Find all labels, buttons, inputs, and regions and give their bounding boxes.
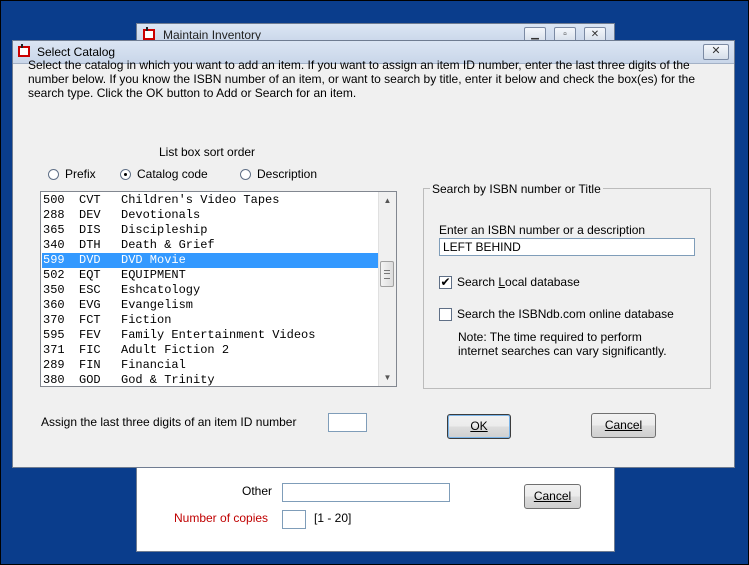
- list-item-abbr: DVD: [79, 253, 101, 267]
- other-input[interactable]: [282, 483, 450, 502]
- list-item-desc: Financial: [121, 358, 186, 372]
- search-online-label: Search the ISBNdb.com online database: [457, 307, 674, 321]
- list-item-desc: Adult Fiction 2: [121, 343, 230, 357]
- list-item[interactable]: 380 GOD God & Trinity: [42, 373, 380, 387]
- cancel-button[interactable]: Cancel: [591, 413, 656, 438]
- other-label: Other: [242, 484, 273, 498]
- note-line-2: internet searches can vary significantly…: [458, 344, 667, 358]
- isbn-input[interactable]: LEFT BEHIND: [439, 238, 695, 256]
- list-item-code: 360: [43, 298, 65, 312]
- dialog-title: Select Catalog: [37, 45, 116, 59]
- assign-id-label: Assign the last three digits of an item …: [41, 415, 297, 429]
- list-item-desc: Death & Grief: [121, 238, 215, 252]
- list-item-desc: Family Entertainment Videos: [121, 328, 316, 342]
- list-item-desc: God & Trinity: [121, 373, 215, 387]
- list-item-desc: Evangelism: [121, 298, 194, 312]
- isbn-group-title: Search by ISBN number or Title: [430, 182, 603, 196]
- list-item[interactable]: 340 DTH Death & Grief: [42, 238, 380, 253]
- catalog-listbox[interactable]: 500 CVT Children's Video Tapes 288 DEV Devoti…: [40, 191, 397, 387]
- assign-id-input[interactable]: [328, 413, 367, 432]
- list-item-desc: EQUIPMENT: [121, 268, 186, 282]
- list-item-abbr: EVG: [79, 298, 101, 312]
- list-item-abbr: GOD: [79, 373, 101, 387]
- ok-button[interactable]: OK: [447, 414, 511, 439]
- scroll-up-arrow-icon[interactable]: ▲: [379, 192, 396, 209]
- list-item-code: 502: [43, 268, 65, 282]
- number-of-copies-label: Number of copies: [174, 511, 269, 525]
- list-item-abbr: DIS: [79, 223, 101, 237]
- app-icon: [143, 27, 155, 40]
- list-item-desc: Discipleship: [121, 223, 208, 237]
- radio-catalog-code-circle[interactable]: [120, 169, 131, 180]
- radio-description-circle[interactable]: [240, 169, 251, 180]
- list-item-code: 350: [43, 283, 65, 297]
- radio-prefix-circle[interactable]: [48, 169, 59, 180]
- sort-order-label: List box sort order: [159, 145, 256, 159]
- scroll-down-arrow-icon[interactable]: ▼: [379, 369, 396, 386]
- radio-description-label: Description: [257, 167, 318, 181]
- list-item-desc: DVD Movie: [121, 253, 186, 267]
- list-item-abbr: FCT: [79, 313, 101, 327]
- note-line-1: Note: The time required to perform: [458, 330, 642, 344]
- search-online-checkbox[interactable]: [439, 308, 452, 321]
- list-item[interactable]: 289 FIN Financial: [42, 358, 380, 373]
- list-item-code: 371: [43, 343, 65, 357]
- bg-cancel-button[interactable]: Cancel: [524, 484, 581, 509]
- search-local-label: Search Local database: [457, 275, 580, 289]
- list-item-code: 595: [43, 328, 65, 342]
- list-item-desc: Eshcatology: [121, 283, 201, 297]
- app-icon: [18, 44, 30, 57]
- scrollbar-thumb[interactable]: [380, 261, 394, 287]
- list-item[interactable]: 370 FCT Fiction: [42, 313, 380, 328]
- list-item-code: 340: [43, 238, 65, 252]
- number-of-copies-input[interactable]: [282, 510, 306, 529]
- list-item-code: 500: [43, 193, 65, 207]
- list-item-abbr: DEV: [79, 208, 101, 222]
- list-item-code: 289: [43, 358, 65, 372]
- list-item-abbr: FEV: [79, 328, 101, 342]
- list-item-code: 380: [43, 373, 65, 387]
- list-item-code: 365: [43, 223, 65, 237]
- list-item-desc: Fiction: [121, 313, 172, 327]
- listbox-scrollbar[interactable]: ▲ ▼: [378, 192, 396, 386]
- copies-range-label: [1 - 20]: [314, 511, 352, 525]
- list-item[interactable]: 599 DVD DVD Movie: [42, 253, 380, 268]
- list-item-abbr: CVT: [79, 193, 101, 207]
- isbn-input-label: Enter an ISBN number or a description: [439, 223, 646, 237]
- list-item-abbr: FIC: [79, 343, 101, 357]
- list-item-code: 288: [43, 208, 65, 222]
- list-item-code: 370: [43, 313, 65, 327]
- list-item-desc: Children's Video Tapes: [121, 193, 280, 207]
- instructions-text: Select the catalog in which you want to …: [28, 58, 696, 100]
- radio-prefix-label: Prefix: [65, 167, 96, 181]
- list-item[interactable]: 350 ESC Eshcatology: [42, 283, 380, 298]
- list-item-desc: Devotionals: [121, 208, 201, 222]
- list-item[interactable]: 365 DIS Discipleship: [42, 223, 380, 238]
- list-item[interactable]: 371 FIC Adult Fiction 2: [42, 343, 380, 358]
- list-item[interactable]: 500 CVT Children's Video Tapes: [42, 193, 380, 208]
- radio-catalog-code-label: Catalog code: [137, 167, 208, 181]
- list-item[interactable]: 288 DEV Devotionals: [42, 208, 380, 223]
- list-item-abbr: ESC: [79, 283, 101, 297]
- list-item-abbr: DTH: [79, 238, 101, 252]
- list-item-code: 599: [43, 253, 65, 267]
- search-local-checkbox[interactable]: ✔: [439, 276, 452, 289]
- list-item-abbr: EQT: [79, 268, 101, 282]
- list-item[interactable]: 502 EQT EQUIPMENT: [42, 268, 380, 283]
- list-item[interactable]: 360 EVG Evangelism: [42, 298, 380, 313]
- list-item[interactable]: 595 FEV Family Entertainment Videos: [42, 328, 380, 343]
- list-item-abbr: FIN: [79, 358, 101, 372]
